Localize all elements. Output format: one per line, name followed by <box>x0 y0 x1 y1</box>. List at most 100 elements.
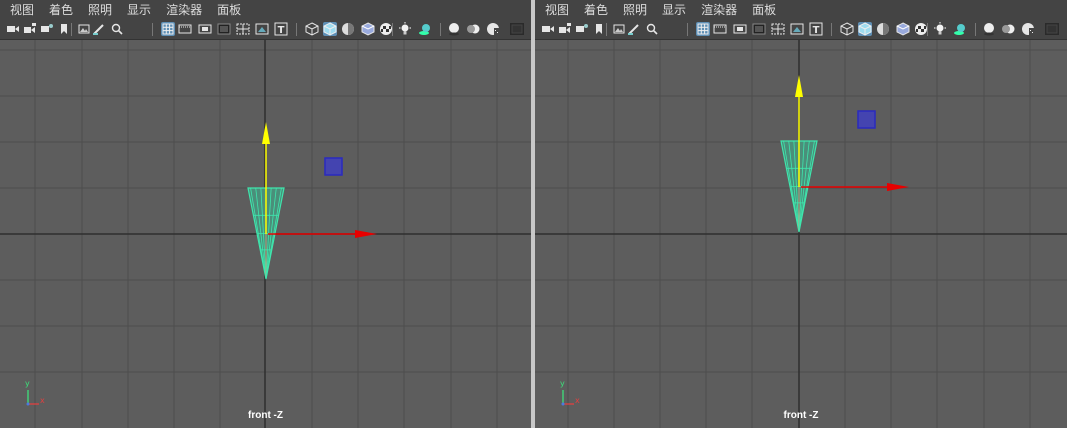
viewport-canvas[interactable]: yx front -Z <box>0 40 531 428</box>
grid-icon[interactable] <box>696 22 710 36</box>
default-material-icon[interactable] <box>341 22 355 36</box>
view-axis-x-label: x <box>40 396 45 405</box>
wireframe-on-shaded-icon[interactable] <box>361 22 375 36</box>
use-all-lights-icon <box>399 22 411 35</box>
bookmark-icon[interactable] <box>57 22 71 36</box>
textured-icon[interactable] <box>379 22 393 36</box>
view-axis-x-label: x <box>575 396 580 405</box>
grid-icon <box>162 23 174 35</box>
screen-space-ao-icon[interactable] <box>982 22 996 36</box>
menu-shading[interactable]: 着色 <box>49 1 73 18</box>
shadows-icon <box>419 24 430 35</box>
resolution-gate-icon[interactable] <box>733 22 747 36</box>
safe-title-icon[interactable]: T <box>809 22 823 36</box>
view-axis-y-label: y <box>560 379 565 388</box>
panel-toolbar: T <box>535 19 1067 40</box>
shadows-icon[interactable] <box>418 22 432 36</box>
toolbar-separator <box>606 23 607 36</box>
multisample-aa-icon <box>1022 23 1035 36</box>
image-plane-icon[interactable] <box>612 22 626 36</box>
gate-mask-icon <box>752 23 766 35</box>
2d-pan-zoom-icon <box>111 23 123 35</box>
grid-icon <box>697 23 709 35</box>
field-chart-icon <box>236 23 250 35</box>
gate-mask-icon[interactable] <box>752 22 766 36</box>
bookmark-icon[interactable] <box>592 22 606 36</box>
camera-icon <box>542 26 554 32</box>
camera-icon[interactable] <box>6 22 20 36</box>
smooth-shade-icon[interactable] <box>858 22 872 36</box>
motion-blur-icon <box>1002 24 1015 34</box>
safe-title-icon[interactable]: T <box>274 22 288 36</box>
safe-action-icon[interactable] <box>790 22 804 36</box>
camera-attributes-icon <box>41 24 53 32</box>
wireframe-icon[interactable] <box>305 22 319 36</box>
menu-show[interactable]: 显示 <box>662 1 686 18</box>
film-gate-icon[interactable] <box>178 22 192 36</box>
textured-icon[interactable] <box>914 22 928 36</box>
menu-renderer[interactable]: 渲染器 <box>166 1 202 18</box>
move-y-arrowhead <box>262 122 270 144</box>
safe-action-icon[interactable] <box>255 22 269 36</box>
use-all-lights-icon[interactable] <box>398 22 412 36</box>
left-viewport-panel[interactable]: 视图 着色 照明 显示 渲染器 面板 T yx front -Z <box>0 0 531 428</box>
resolution-gate-icon[interactable] <box>198 22 212 36</box>
viewport-canvas[interactable]: yx front -Z <box>535 40 1067 428</box>
camera-lock-icon[interactable] <box>558 22 572 36</box>
gate-mask-icon <box>217 23 231 35</box>
wireframe-icon[interactable] <box>840 22 854 36</box>
screen-space-ao-icon[interactable] <box>447 22 461 36</box>
menu-view[interactable]: 视图 <box>545 1 569 18</box>
right-viewport-panel[interactable]: 视图 着色 照明 显示 渲染器 面板 T yx front -Z <box>535 0 1067 428</box>
wireframe-on-shaded-icon <box>361 22 375 36</box>
grease-pencil-icon[interactable] <box>627 22 641 36</box>
toolbar-separator <box>296 23 297 36</box>
panel-toolbar: T <box>0 19 531 40</box>
view-axis-origin <box>561 402 565 406</box>
2d-pan-zoom-icon[interactable] <box>645 22 659 36</box>
smooth-shade-icon[interactable] <box>323 22 337 36</box>
default-material-icon[interactable] <box>876 22 890 36</box>
grid-icon[interactable] <box>161 22 175 36</box>
image-plane-icon[interactable] <box>77 22 91 36</box>
camera-icon <box>7 26 19 32</box>
2d-pan-zoom-icon[interactable] <box>110 22 124 36</box>
use-all-lights-icon[interactable] <box>933 22 947 36</box>
wireframe-on-shaded-icon <box>896 22 910 36</box>
menu-lighting[interactable]: 照明 <box>623 1 647 18</box>
shadows-icon[interactable] <box>953 22 967 36</box>
toolbar-separator <box>392 23 393 36</box>
depth-of-field-icon[interactable] <box>1045 22 1059 36</box>
menu-panels[interactable]: 面板 <box>752 1 776 18</box>
menu-lighting[interactable]: 照明 <box>88 1 112 18</box>
camera-icon[interactable] <box>541 22 555 36</box>
screen-space-ao-icon <box>984 23 994 36</box>
camera-attributes-icon[interactable] <box>575 22 589 36</box>
field-chart-icon <box>771 23 785 35</box>
menu-shading[interactable]: 着色 <box>584 1 608 18</box>
multisample-aa-icon <box>487 23 500 36</box>
motion-blur-icon[interactable] <box>466 22 480 36</box>
grease-pencil-icon[interactable] <box>92 22 106 36</box>
toolbar-separator <box>71 23 72 36</box>
wireframe-on-shaded-icon[interactable] <box>896 22 910 36</box>
motion-blur-icon <box>467 24 480 34</box>
multisample-aa-icon[interactable] <box>1021 22 1035 36</box>
bookmark-icon <box>596 24 602 34</box>
film-gate-icon[interactable] <box>713 22 727 36</box>
field-chart-icon[interactable] <box>771 22 785 36</box>
menu-show[interactable]: 显示 <box>127 1 151 18</box>
camera-lock-icon[interactable] <box>23 22 37 36</box>
image-plane-icon <box>613 24 625 34</box>
menu-renderer[interactable]: 渲染器 <box>701 1 737 18</box>
menu-panels[interactable]: 面板 <box>217 1 241 18</box>
depth-of-field-icon[interactable] <box>510 22 524 36</box>
gate-mask-icon[interactable] <box>217 22 231 36</box>
use-all-lights-icon <box>934 22 946 35</box>
menu-view[interactable]: 视图 <box>10 1 34 18</box>
multisample-aa-icon[interactable] <box>486 22 500 36</box>
camera-attributes-icon[interactable] <box>40 22 54 36</box>
field-chart-icon[interactable] <box>236 22 250 36</box>
motion-blur-icon[interactable] <box>1001 22 1015 36</box>
shadows-icon <box>954 24 965 35</box>
